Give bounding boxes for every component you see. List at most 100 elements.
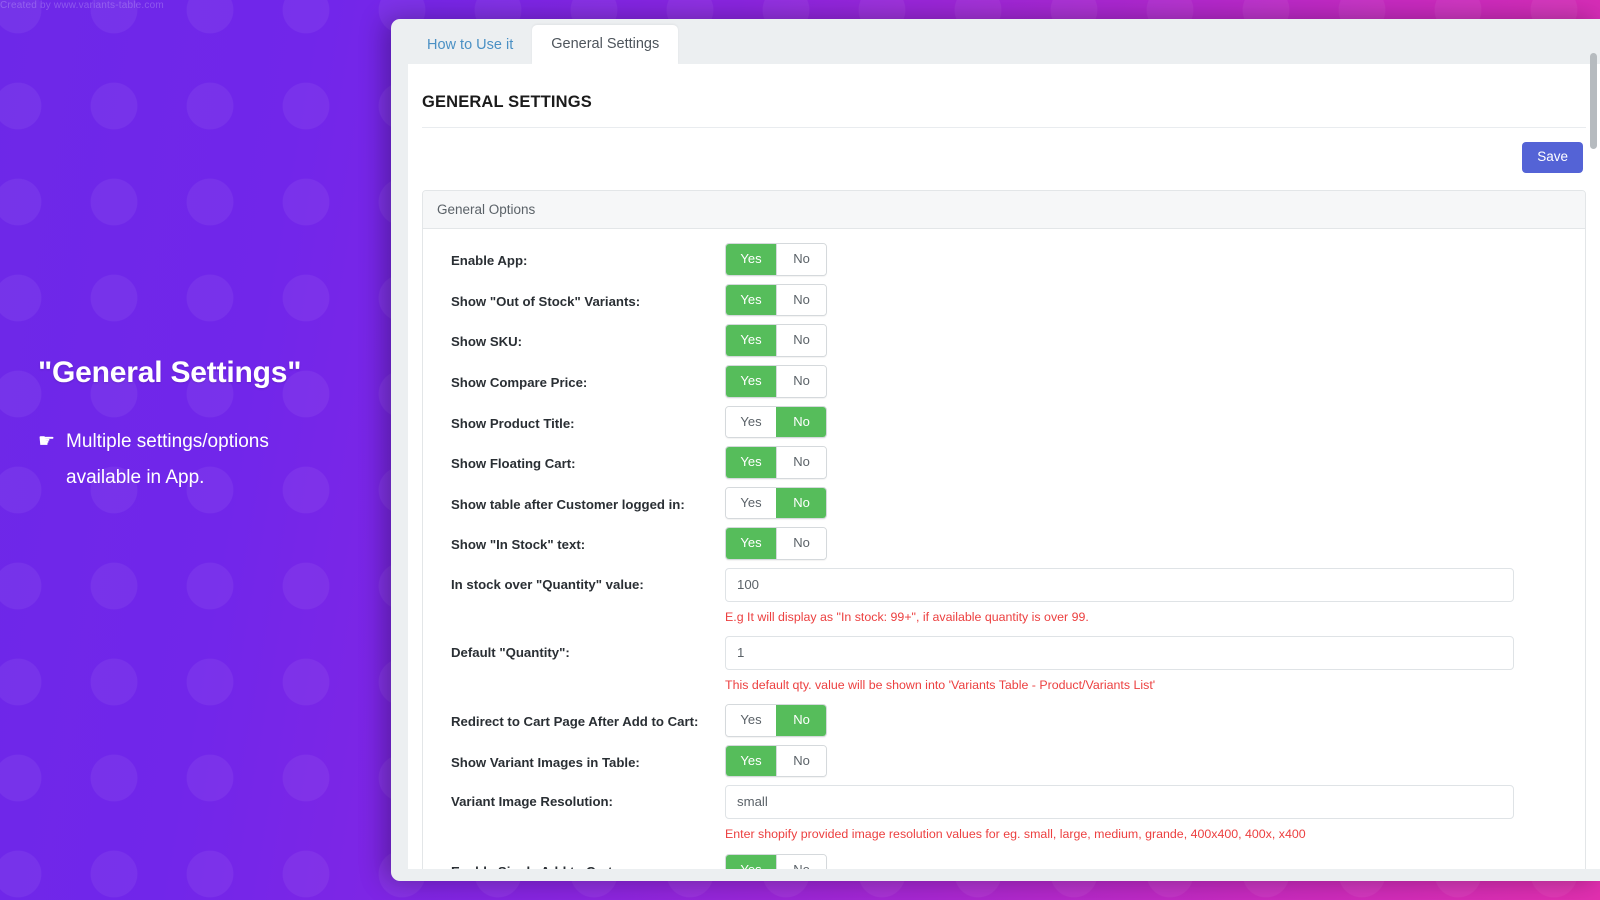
toggle-option-yes[interactable]: Yes xyxy=(726,705,776,736)
toggle-option-yes[interactable]: Yes xyxy=(726,855,776,870)
toggle-option-no[interactable]: No xyxy=(776,244,826,275)
setting-control: YesNo xyxy=(725,243,1571,276)
setting-control: YesNo xyxy=(725,446,1571,479)
setting-label: Show Product Title: xyxy=(437,406,725,433)
settings-row: Show SKU:YesNo xyxy=(423,324,1585,357)
setting-control: This default qty. value will be shown in… xyxy=(725,636,1571,693)
toggle-option-no[interactable]: No xyxy=(776,447,826,478)
yes-no-toggle[interactable]: YesNo xyxy=(725,745,827,778)
settings-row: Show Variant Images in Table:YesNo xyxy=(423,745,1585,778)
setting-control: YesNo xyxy=(725,487,1571,520)
tab-strip: How to Use it General Settings xyxy=(391,19,1600,64)
yes-no-toggle[interactable]: YesNo xyxy=(725,487,827,520)
yes-no-toggle[interactable]: YesNo xyxy=(725,243,827,276)
settings-row: Show "Out of Stock" Variants:YesNo xyxy=(423,284,1585,317)
toggle-option-yes[interactable]: Yes xyxy=(726,366,776,397)
settings-row: Show Product Title:YesNo xyxy=(423,406,1585,439)
yes-no-toggle[interactable]: YesNo xyxy=(725,854,827,870)
setting-label: Enable App: xyxy=(437,243,725,270)
toggle-option-no[interactable]: No xyxy=(776,488,826,519)
setting-label: Show Floating Cart: xyxy=(437,446,725,473)
settings-row: Show "In Stock" text:YesNo xyxy=(423,527,1585,560)
yes-no-toggle[interactable]: YesNo xyxy=(725,284,827,317)
toggle-option-no[interactable]: No xyxy=(776,325,826,356)
setting-control: YesNo xyxy=(725,745,1571,778)
setting-control: Enter shopify provided image resolution … xyxy=(725,785,1571,842)
toggle-option-no[interactable]: No xyxy=(776,366,826,397)
settings-row: Default "Quantity":This default qty. val… xyxy=(423,636,1585,693)
setting-text-input[interactable] xyxy=(725,636,1514,670)
setting-text-input[interactable] xyxy=(725,785,1514,819)
save-button[interactable]: Save xyxy=(1522,142,1583,173)
panel-header: General Options xyxy=(423,191,1585,229)
scrollbar-thumb[interactable] xyxy=(1590,53,1597,149)
yes-no-toggle[interactable]: YesNo xyxy=(725,365,827,398)
page-title: GENERAL SETTINGS xyxy=(408,64,1600,112)
general-options-panel: General Options Enable App:YesNoShow "Ou… xyxy=(422,190,1586,869)
setting-control: E.g It will display as "In stock: 99+", … xyxy=(725,568,1571,625)
setting-label: Variant Image Resolution: xyxy=(437,785,725,811)
setting-label: Redirect to Cart Page After Add to Cart: xyxy=(437,704,725,731)
settings-row: Enable App:YesNo xyxy=(423,243,1585,276)
setting-control: YesNo xyxy=(725,365,1571,398)
setting-text-input[interactable] xyxy=(725,568,1514,602)
promo-bullet-text: Multiple settings/options available in A… xyxy=(66,424,336,496)
settings-row: Enable Single Add to Cart:YesNo xyxy=(423,854,1585,870)
setting-hint-text: This default qty. value will be shown in… xyxy=(725,677,1571,693)
toggle-option-yes[interactable]: Yes xyxy=(726,407,776,438)
toggle-option-yes[interactable]: Yes xyxy=(726,746,776,777)
save-row: Save xyxy=(408,128,1600,173)
toggle-option-no[interactable]: No xyxy=(776,285,826,316)
pointing-hand-icon: ☛ xyxy=(38,424,55,460)
setting-label: Show Variant Images in Table: xyxy=(437,745,725,772)
setting-control: YesNo xyxy=(725,704,1571,737)
settings-row: Show Compare Price:YesNo xyxy=(423,365,1585,398)
yes-no-toggle[interactable]: YesNo xyxy=(725,704,827,737)
yes-no-toggle[interactable]: YesNo xyxy=(725,446,827,479)
settings-row: Show Floating Cart:YesNo xyxy=(423,446,1585,479)
setting-label: Show "Out of Stock" Variants: xyxy=(437,284,725,311)
setting-label: Show Compare Price: xyxy=(437,365,725,392)
setting-control: YesNo xyxy=(725,324,1571,357)
setting-label: In stock over "Quantity" value: xyxy=(437,568,725,594)
app-window: How to Use it General Settings GENERAL S… xyxy=(391,19,1600,881)
toggle-option-yes[interactable]: Yes xyxy=(726,447,776,478)
toggle-option-no[interactable]: No xyxy=(776,855,826,870)
toggle-option-yes[interactable]: Yes xyxy=(726,285,776,316)
toggle-option-no[interactable]: No xyxy=(776,705,826,736)
setting-control: YesNo xyxy=(725,527,1571,560)
toggle-option-yes[interactable]: Yes xyxy=(726,325,776,356)
tab-how-to-use-it[interactable]: How to Use it xyxy=(408,26,532,64)
top-banner-text: Created by www.variants-table.com xyxy=(0,0,480,11)
toggle-option-no[interactable]: No xyxy=(776,407,826,438)
yes-no-toggle[interactable]: YesNo xyxy=(725,527,827,560)
toggle-option-no[interactable]: No xyxy=(776,528,826,559)
promo-title: "General Settings" xyxy=(38,355,388,391)
toggle-option-yes[interactable]: Yes xyxy=(726,244,776,275)
vertical-scrollbar[interactable] xyxy=(1590,53,1597,881)
promo-copy: "General Settings" ☛ Multiple settings/o… xyxy=(38,355,388,496)
promo-bullet: ☛ Multiple settings/options available in… xyxy=(38,424,388,496)
settings-row: Redirect to Cart Page After Add to Cart:… xyxy=(423,704,1585,737)
settings-sheet: GENERAL SETTINGS Save General Options En… xyxy=(408,64,1600,869)
setting-control: YesNo xyxy=(725,284,1571,317)
setting-hint-text: E.g It will display as "In stock: 99+", … xyxy=(725,609,1571,625)
toggle-option-yes[interactable]: Yes xyxy=(726,528,776,559)
setting-hint-text: Enter shopify provided image resolution … xyxy=(725,826,1571,842)
settings-rows: Enable App:YesNoShow "Out of Stock" Vari… xyxy=(423,229,1585,869)
setting-control: YesNo xyxy=(725,406,1571,439)
yes-no-toggle[interactable]: YesNo xyxy=(725,324,827,357)
setting-label: Show SKU: xyxy=(437,324,725,351)
setting-label: Enable Single Add to Cart: xyxy=(437,854,725,870)
setting-label: Show "In Stock" text: xyxy=(437,527,725,554)
setting-label: Show table after Customer logged in: xyxy=(437,487,725,514)
settings-row: Show table after Customer logged in:YesN… xyxy=(423,487,1585,520)
toggle-option-yes[interactable]: Yes xyxy=(726,488,776,519)
settings-row: Variant Image Resolution:Enter shopify p… xyxy=(423,785,1585,842)
tab-general-settings[interactable]: General Settings xyxy=(532,25,678,64)
settings-row: In stock over "Quantity" value:E.g It wi… xyxy=(423,568,1585,625)
toggle-option-no[interactable]: No xyxy=(776,746,826,777)
setting-label: Default "Quantity": xyxy=(437,636,725,662)
setting-control: YesNo xyxy=(725,854,1571,870)
yes-no-toggle[interactable]: YesNo xyxy=(725,406,827,439)
